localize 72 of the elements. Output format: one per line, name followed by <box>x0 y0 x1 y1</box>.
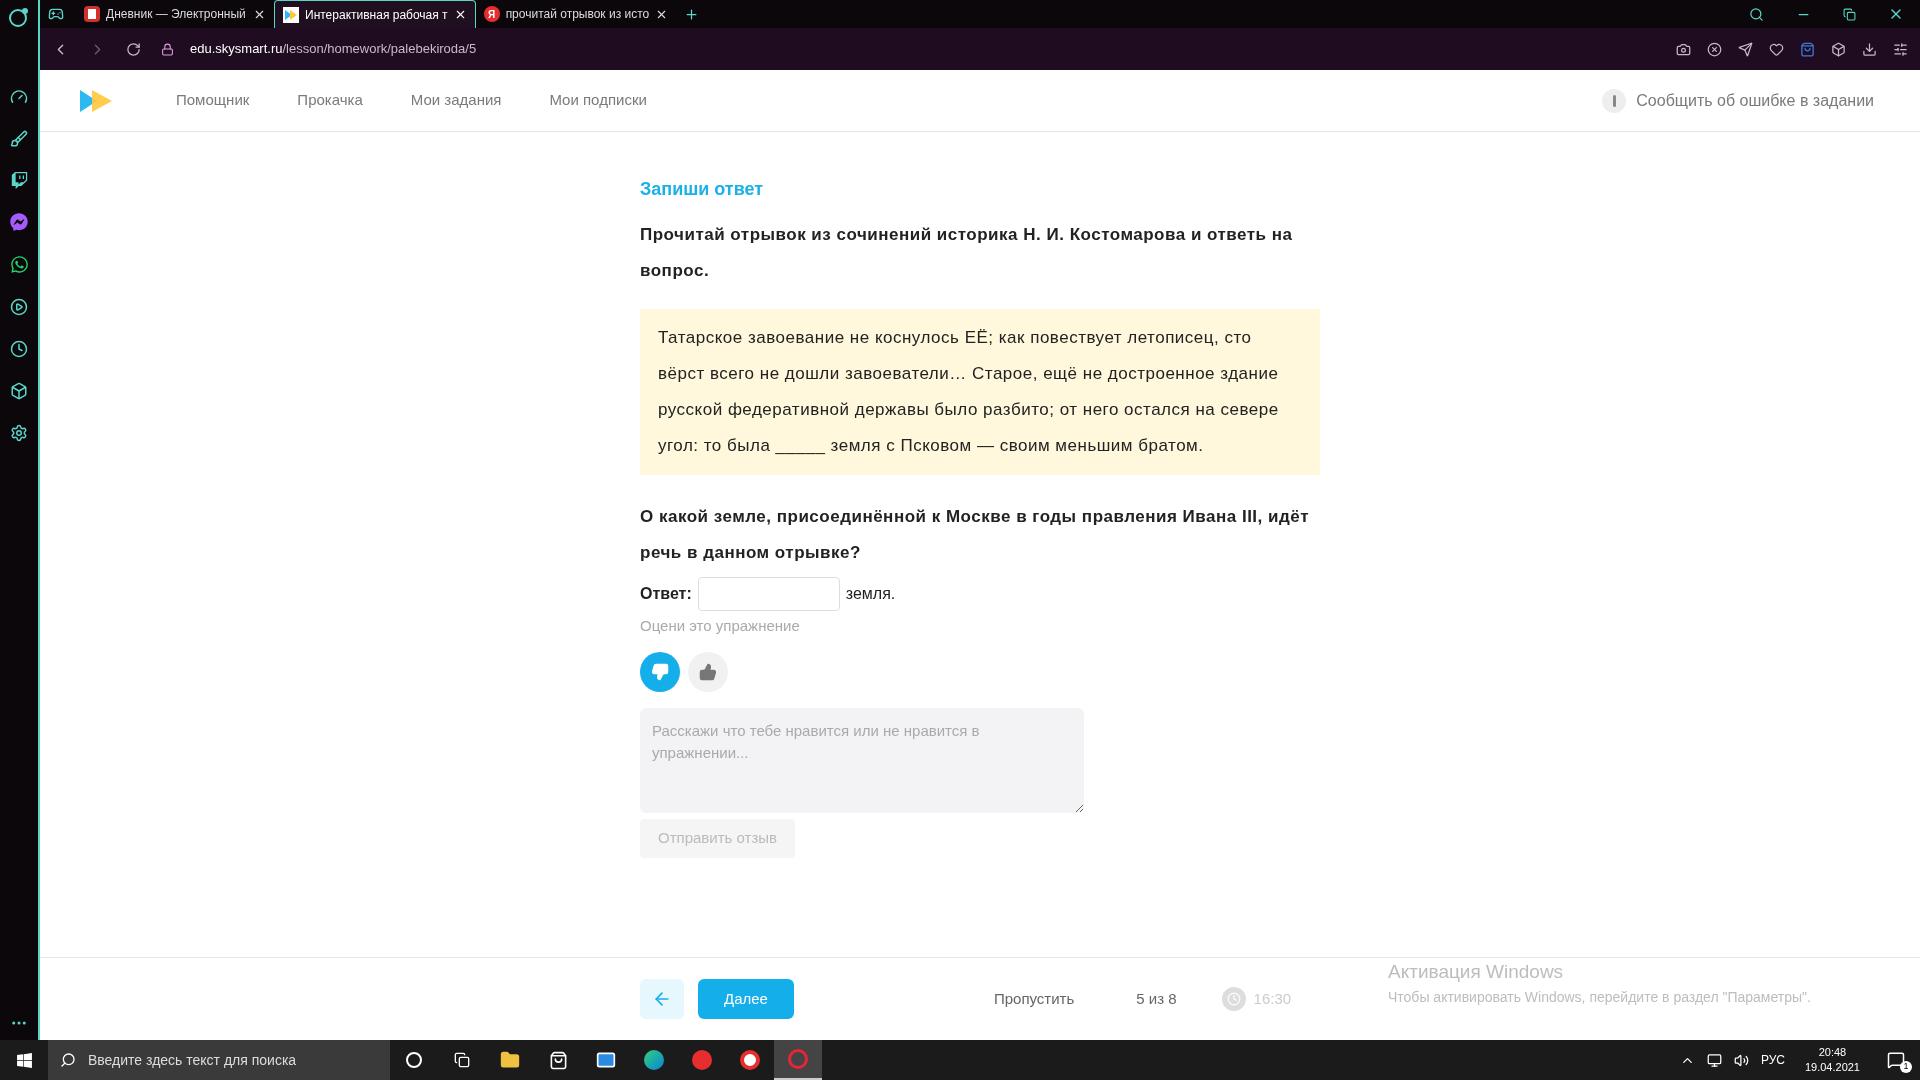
network-icon[interactable] <box>1706 1052 1722 1068</box>
rate-label: Оцени это упражнение <box>640 616 801 636</box>
block-icon[interactable] <box>1707 41 1722 57</box>
speedometer-icon[interactable] <box>10 88 28 106</box>
nav-link[interactable]: Мои задания <box>410 89 502 112</box>
nav-link[interactable]: Мои подписки <box>549 89 647 112</box>
thumbs-down-icon <box>651 662 669 681</box>
search-placeholder: Введите здесь текст для поиска <box>88 1050 297 1070</box>
answer-label: Ответ: <box>640 584 692 604</box>
store-icon[interactable] <box>548 1050 568 1070</box>
windows-start-icon[interactable] <box>15 1051 33 1069</box>
url-text[interactable]: edu.skysmart.ru/lesson/homework/palebekiroda/5 <box>190 39 477 59</box>
opera-logo-icon <box>8 6 30 28</box>
search-icon[interactable] <box>1749 6 1764 22</box>
skip-link[interactable]: Пропустить <box>993 987 1075 1011</box>
clock-display[interactable]: 20:48 19.04.2021 <box>1796 1045 1868 1075</box>
quote-text: Татарское завоевание не коснулось ЕЁ; как повествует летописец, сто вёрст всего не дошли завоеватели… Старое, ещё не достроенное здание русской федеративной державы было разбито; от него остался на севере угол: то была _____ земля с Псковом — своим меньшим братом. <box>658 327 1280 457</box>
nav-link[interactable]: Помощник <box>176 89 250 112</box>
gamepad-icon[interactable] <box>48 6 64 22</box>
settings-icon[interactable] <box>1893 41 1908 57</box>
activation-title: Активация Windows <box>1388 960 1565 984</box>
dislike-button[interactable] <box>640 651 680 692</box>
mail-icon[interactable] <box>596 1050 616 1070</box>
time-text: 20:48 <box>1818 1045 1847 1060</box>
thumbs-up-icon <box>699 662 717 681</box>
broom-icon[interactable] <box>10 130 28 148</box>
tab-title: Дневник — Электронный <box>106 6 247 23</box>
lock-icon <box>161 42 174 56</box>
diary-icon <box>84 6 100 22</box>
nav-link[interactable]: Прокачка <box>297 89 363 112</box>
whatsapp-icon[interactable] <box>9 255 29 274</box>
new-tab-icon[interactable] <box>684 7 700 22</box>
clock-icon[interactable] <box>10 340 28 358</box>
search-icon <box>60 1052 76 1068</box>
twitch-icon[interactable] <box>10 172 28 189</box>
task-heading: Запиши ответ <box>640 178 765 201</box>
answer-suffix: земля. <box>845 584 896 604</box>
task-view-icon[interactable] <box>454 1052 470 1068</box>
instruction-text: Прочитай отрывок из сочинений историка Н. И. Костомарова и ответь на вопрос. <box>640 224 1294 282</box>
like-button[interactable] <box>688 651 728 692</box>
heart-icon[interactable] <box>1769 41 1784 57</box>
restore-icon[interactable] <box>1843 7 1856 21</box>
browser-tab[interactable]: Дневник — Электронный <box>76 0 274 28</box>
browser-tab[interactable]: Интерактивная рабочая т <box>274 0 476 28</box>
report-error-link[interactable]: Сообщить об ошибке в задании <box>1636 88 1874 113</box>
progress-text: 5 из 8 <box>1136 988 1177 1009</box>
send-icon[interactable] <box>1738 41 1753 57</box>
messenger-icon[interactable] <box>10 213 28 231</box>
volume-icon[interactable] <box>1733 1052 1749 1068</box>
cube-icon[interactable] <box>1831 41 1846 57</box>
play-icon[interactable] <box>10 298 28 316</box>
tab-title: прочитай отрывок из исто <box>505 6 650 23</box>
language-indicator[interactable]: РУС <box>1760 1051 1785 1069</box>
reload-icon[interactable] <box>126 41 141 57</box>
download-icon[interactable] <box>1862 41 1877 57</box>
browser-tab[interactable]: Я прочитай отрывок из исто <box>475 0 677 28</box>
date-text: 19.04.2021 <box>1804 1060 1860 1075</box>
question-text: О какой земле, присоединённой к Москве в годы правления Ивана III, идёт речь в данном отрывке? <box>640 506 1311 564</box>
camera-icon[interactable] <box>1676 41 1691 57</box>
answer-field[interactable] <box>697 577 840 611</box>
settings-icon[interactable] <box>10 424 28 442</box>
cortana-icon[interactable] <box>406 1052 422 1068</box>
tab-title: Интерактивная рабочая т <box>305 6 448 24</box>
clock-icon <box>1221 987 1246 1011</box>
yandex-icon: Я <box>483 6 500 22</box>
activation-text: Чтобы активировать Windows, перейдите в раздел "Параметры". <box>1388 987 1811 1007</box>
play-logo-icon <box>283 6 299 23</box>
cube-icon[interactable] <box>10 382 28 400</box>
taskbar-search-field[interactable]: Введите здесь текст для поиска <box>48 1040 390 1080</box>
feedback-field[interactable]: Расскажи что тебе нравится или не нравится в упражнении... <box>640 707 1084 813</box>
folder-icon[interactable] <box>500 1050 520 1070</box>
exclamation-icon <box>1602 88 1627 113</box>
